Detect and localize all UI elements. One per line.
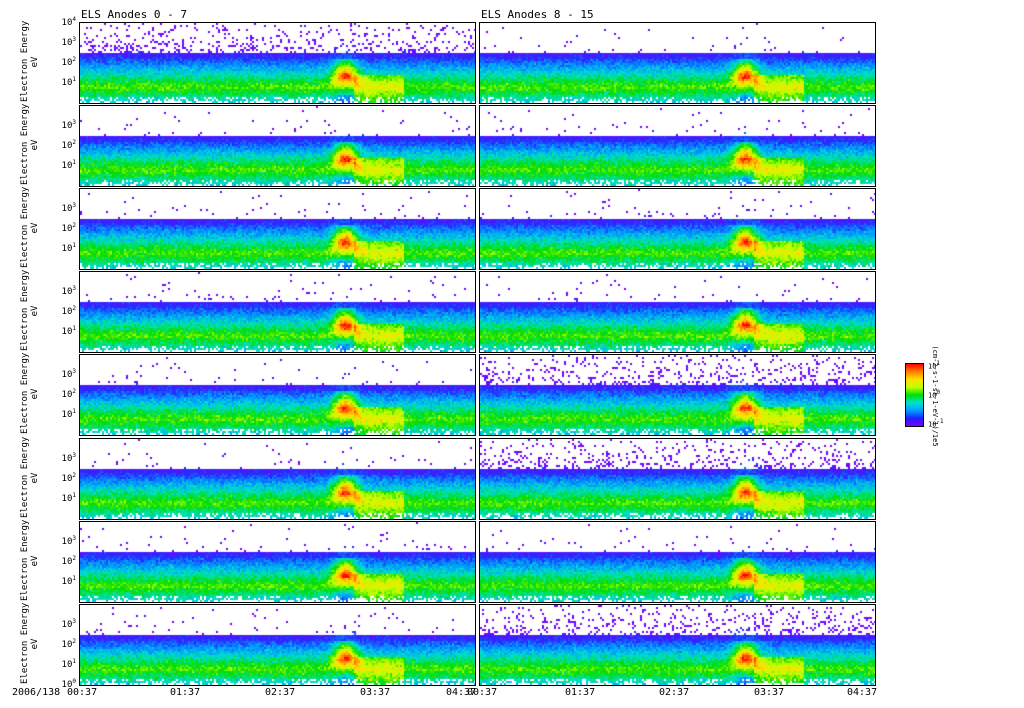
y-axis-label: Electron Energy eV — [20, 20, 40, 102]
spectrogram-image — [80, 522, 475, 602]
y-tick-label: 101 — [61, 408, 76, 420]
y-tick-label: 103 — [61, 36, 76, 48]
y-tick-label: 103 — [61, 535, 76, 547]
x-tick-label: 00:37 — [67, 687, 98, 698]
spectrogram-panel — [79, 271, 476, 353]
spectrogram-panel — [479, 438, 876, 520]
y-axis-label: Electron Energy eV — [20, 602, 40, 684]
y-tick-label: 102 — [61, 56, 76, 68]
y-tick-label: 103 — [61, 202, 76, 214]
y-tick-label: 104 — [61, 16, 76, 28]
x-tick-label: 01:37 — [170, 687, 201, 698]
spectrogram-image — [480, 272, 875, 352]
spectrogram-image — [480, 106, 875, 186]
spectrogram-panel — [479, 22, 876, 104]
y-tick-label: 102 — [61, 222, 76, 234]
left-column-title: ELS Anodes 0 - 7 — [81, 8, 187, 21]
spectrogram-panel — [479, 521, 876, 603]
spectrogram-image — [480, 189, 875, 269]
spectrogram-image — [480, 439, 875, 519]
spectrogram-image — [480, 23, 875, 103]
spectrogram-panel — [79, 105, 476, 187]
spectrogram-panel — [79, 22, 476, 104]
y-tick-label: 102 — [61, 305, 76, 317]
y-tick-label: 103 — [61, 119, 76, 131]
spectrogram-panel — [479, 604, 876, 686]
spectrogram-panel — [79, 438, 476, 520]
spectrogram-image — [80, 272, 475, 352]
y-axis-label: Electron Energy eV — [20, 186, 40, 268]
spectrogram-image — [480, 522, 875, 602]
y-tick-label: 102 — [61, 388, 76, 400]
x-tick-label: 03:37 — [754, 687, 785, 698]
y-axis-label: Electron Energy eV — [20, 103, 40, 185]
y-tick-label: 103 — [61, 285, 76, 297]
spectrogram-image — [80, 189, 475, 269]
y-tick-label: 101 — [61, 492, 76, 504]
date-label: 2006/138 — [12, 687, 61, 698]
spectrogram-image — [480, 605, 875, 685]
spectrogram-image — [80, 605, 475, 685]
y-tick-label: 102 — [61, 555, 76, 567]
spectrogram-panel — [79, 188, 476, 270]
y-tick-label: 101 — [61, 76, 76, 88]
x-tick-label: 02:37 — [659, 687, 690, 698]
y-axis-label: Electron Energy eV — [20, 352, 40, 434]
y-tick-label: 102 — [61, 638, 76, 650]
y-tick-label: 101 — [61, 658, 76, 670]
spectrogram-image — [80, 23, 475, 103]
spectrogram-panel — [479, 271, 876, 353]
y-tick-label: 103 — [61, 452, 76, 464]
colorbar-unit: (cm-2-s-1-sr-1-eV-1)/1e5 — [931, 345, 939, 447]
spectrogram-image — [80, 106, 475, 186]
y-tick-label: 101 — [61, 575, 76, 587]
spectrogram-image — [80, 355, 475, 435]
y-tick-label: 103 — [61, 368, 76, 380]
spectrogram-image — [80, 439, 475, 519]
spectrogram-image — [480, 355, 875, 435]
spectrogram-panel — [479, 105, 876, 187]
x-tick-label: 02:37 — [265, 687, 296, 698]
spectrogram-panel — [79, 604, 476, 686]
spectrogram-panel — [479, 188, 876, 270]
x-tick-label: 04:37 — [847, 687, 878, 698]
y-axis-label: Electron Energy eV — [20, 436, 40, 518]
spectrogram-panel — [79, 521, 476, 603]
y-tick-label: 101 — [61, 159, 76, 171]
x-tick-label: 01:37 — [565, 687, 596, 698]
y-tick-label: 102 — [61, 472, 76, 484]
y-tick-label: 103 — [61, 618, 76, 630]
y-axis-label: Electron Energy eV — [20, 269, 40, 351]
y-axis-label: Electron Energy eV — [20, 519, 40, 601]
spectrogram-panel — [79, 354, 476, 436]
y-tick-label: 101 — [61, 325, 76, 337]
colorbar — [905, 363, 924, 427]
x-tick-label: 03:37 — [360, 687, 391, 698]
y-tick-label: 101 — [61, 242, 76, 254]
y-tick-label: 102 — [61, 139, 76, 151]
right-column-title: ELS Anodes 8 - 15 — [481, 8, 594, 21]
x-tick-label: 00:37 — [467, 687, 498, 698]
spectrogram-panel — [479, 354, 876, 436]
